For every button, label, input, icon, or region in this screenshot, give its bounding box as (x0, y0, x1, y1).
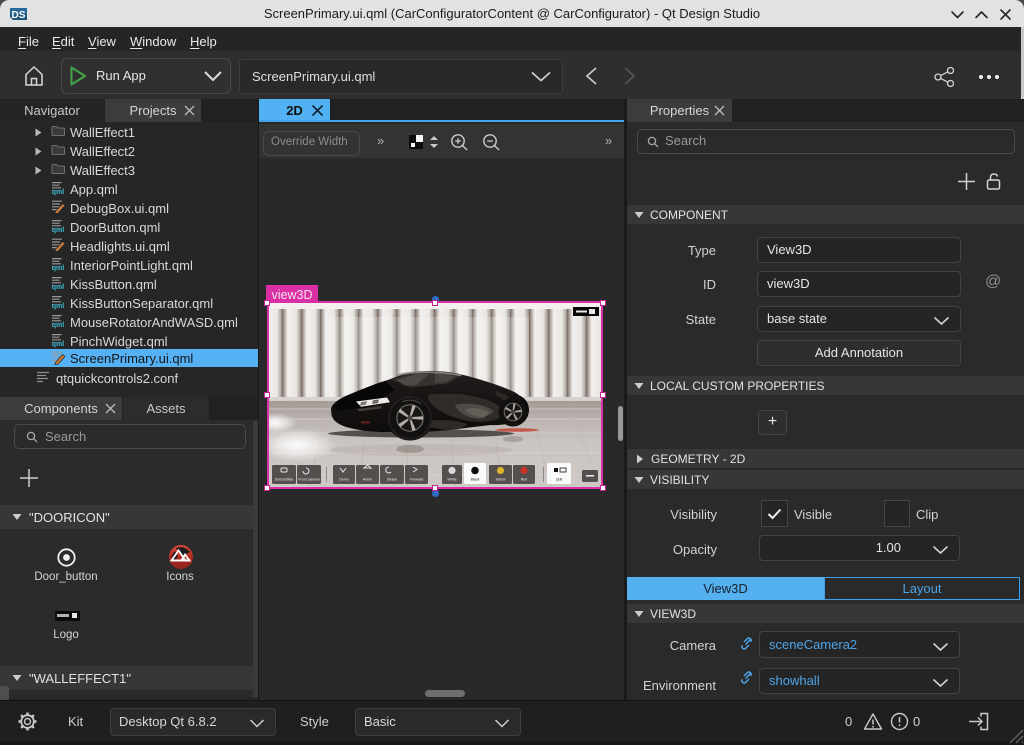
svg-text:Home: Home (363, 478, 373, 482)
svg-text:White: White (447, 478, 456, 482)
svg-text:DS: DS (12, 10, 26, 21)
svg-text:Black: Black (471, 478, 480, 482)
svg-text:Demo: Demo (339, 478, 349, 482)
svg-text:Red: Red (521, 478, 528, 482)
svg-text:Yellow: Yellow (495, 478, 506, 482)
svg-text:Front camera: Front camera (298, 478, 319, 482)
svg-text:Shake: Shake (387, 478, 397, 482)
svg-text:Doors/Slide: Doors/Slide (275, 478, 294, 482)
svg-text:Quit: Quit (556, 478, 563, 482)
svg-text:Forward: Forward (410, 478, 423, 482)
